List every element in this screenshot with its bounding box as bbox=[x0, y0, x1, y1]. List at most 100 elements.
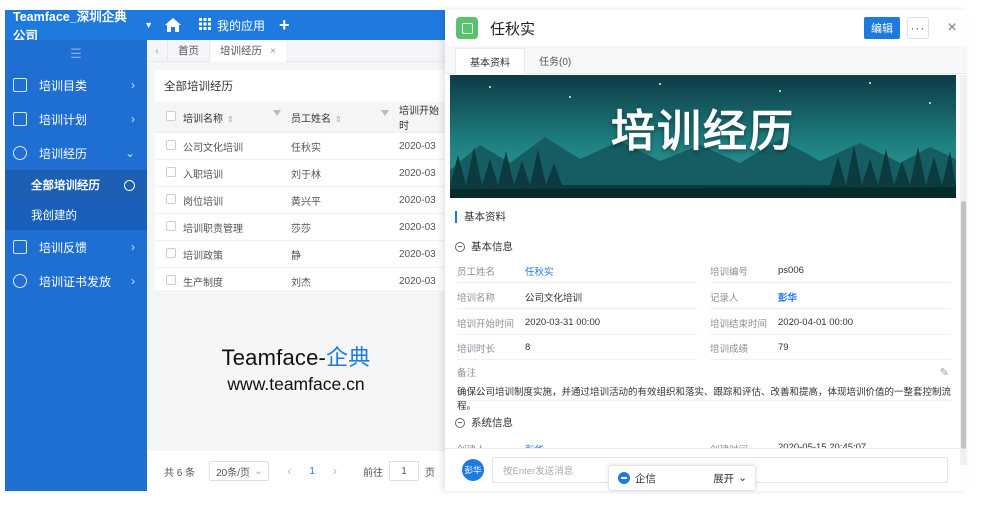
tab-home[interactable]: 首页 bbox=[167, 39, 209, 62]
chevron-right-icon: › bbox=[131, 78, 135, 92]
cell-start-time: 2020-03 bbox=[399, 213, 445, 241]
field-score: 培训成绩 79 bbox=[710, 336, 951, 360]
sidebar-item-label: 培训计划 bbox=[39, 112, 88, 127]
field-recorder: 记录人 彭华 bbox=[710, 285, 951, 309]
sidebar-item-training-feedback[interactable]: 培训反馈 › bbox=[5, 230, 147, 264]
sidebar-subitem-all-training[interactable]: 全部培训经历 bbox=[5, 170, 147, 200]
page-number-current[interactable]: 1 bbox=[309, 466, 315, 477]
chevron-right-icon: › bbox=[131, 112, 135, 126]
chevron-right-icon: › bbox=[131, 274, 135, 288]
collapse-icon[interactable] bbox=[455, 241, 465, 252]
watermark-title: Teamface-企典 bbox=[221, 345, 371, 370]
messenger-widget[interactable]: 企信 展开 ⌄ bbox=[608, 465, 756, 491]
table-row[interactable]: 培训政策 静 2020-03 bbox=[155, 240, 445, 268]
field-training-name: 培训名称 公司文化培训 bbox=[457, 285, 697, 309]
chat-bubble-icon bbox=[618, 472, 630, 484]
sort-icon[interactable]: ⇕ bbox=[227, 115, 234, 124]
row-checkbox[interactable] bbox=[166, 220, 176, 231]
total-count: 共 6 条 bbox=[164, 467, 196, 479]
chevron-left-icon[interactable]: ‹ bbox=[147, 45, 167, 57]
tab-label: 首页 bbox=[178, 45, 199, 57]
column-header-employee-name[interactable]: 员工姓名 ⇕ bbox=[291, 102, 399, 133]
company-name: Teamface_深圳企典公司 bbox=[13, 10, 127, 43]
close-icon[interactable]: × bbox=[943, 17, 961, 39]
field-duration: 培训时长 8 bbox=[457, 336, 697, 360]
watermark: Teamface-企典 www.teamface.cn bbox=[147, 340, 445, 395]
close-tab-icon[interactable]: × bbox=[270, 45, 276, 57]
group-system-info[interactable]: 系统信息 bbox=[455, 415, 513, 430]
table-row[interactable]: 公司文化培训 任秋实 2020-03 bbox=[155, 132, 445, 160]
prev-page-icon[interactable]: ‹ bbox=[287, 464, 291, 478]
cell-employee-name: 黄兴平 bbox=[291, 186, 399, 214]
my-apps-label: 我的应用 bbox=[217, 18, 266, 33]
filter-icon[interactable] bbox=[273, 110, 281, 116]
calendar-icon bbox=[13, 112, 27, 126]
cell-employee-name: 任秋实 bbox=[291, 132, 399, 160]
scrollbar-thumb[interactable] bbox=[961, 201, 966, 449]
sidebar-subitem-label: 我创建的 bbox=[31, 210, 77, 222]
collapse-icon[interactable] bbox=[455, 417, 465, 428]
pencil-icon[interactable]: ✎ bbox=[940, 366, 949, 379]
table-header: 培训名称 ⇕ 员工姓名 ⇕ 培训开始时 bbox=[155, 102, 445, 133]
table-row[interactable]: 入职培训 刘于林 2020-03 bbox=[155, 159, 445, 187]
table-row[interactable]: 生产制度 刘杰 2020-03 bbox=[155, 267, 445, 295]
select-all-checkbox[interactable] bbox=[166, 110, 176, 121]
caret-down-icon: ▼ bbox=[144, 20, 153, 30]
cell-training-name: 岗位培训 bbox=[183, 186, 291, 214]
cell-start-time: 2020-03 bbox=[399, 267, 445, 295]
row-checkbox[interactable] bbox=[166, 139, 176, 150]
feedback-icon bbox=[13, 240, 27, 254]
next-page-icon[interactable]: › bbox=[333, 464, 337, 478]
column-header-training-name[interactable]: 培训名称 ⇕ bbox=[183, 102, 291, 133]
sort-icon[interactable]: ⇕ bbox=[335, 115, 342, 124]
expand-button[interactable]: 展开 ⌄ bbox=[713, 471, 747, 486]
column-header-start-time[interactable]: 培训开始时 bbox=[399, 102, 445, 133]
company-switcher[interactable]: Teamface_深圳企典公司 ▼ bbox=[5, 6, 153, 44]
main-content: 全部培训经历 培训名称 ⇕ 员工姓名 ⇕ 培训开始时 公司文化培训 任秋实 2020… bbox=[147, 62, 445, 491]
sidebar-item-label: 培训证书发放 bbox=[39, 274, 112, 289]
tab-basic-info[interactable]: 基本资料 bbox=[455, 48, 525, 74]
banner-image: 培训经历 bbox=[450, 75, 956, 198]
row-checkbox[interactable] bbox=[166, 166, 176, 177]
cell-employee-name: 刘于林 bbox=[291, 159, 399, 187]
row-checkbox[interactable] bbox=[166, 274, 176, 285]
page-tabs: ‹ 首页 培训经历 × bbox=[147, 39, 445, 62]
document-icon bbox=[13, 78, 27, 92]
training-table: 培训名称 ⇕ 员工姓名 ⇕ 培训开始时 公司文化培训 任秋实 2020-03 入职培… bbox=[155, 102, 445, 295]
plus-icon[interactable]: + bbox=[279, 15, 290, 36]
remark-text: 确保公司培训制度实施，并通过培训活动的有效组织和落实、跟踪和评估、改善和提高，体… bbox=[457, 387, 952, 412]
sidebar-item-training-experience[interactable]: 培训经历 ⌄ bbox=[5, 136, 147, 170]
my-apps-button[interactable]: 我的应用 bbox=[199, 17, 265, 34]
cell-start-time: 2020-03 bbox=[399, 132, 445, 160]
sidebar-item-training-plan[interactable]: 培训计划 › bbox=[5, 102, 147, 136]
group-basic-info[interactable]: 基本信息 bbox=[455, 239, 513, 254]
tab-tasks[interactable]: 任务(0) bbox=[525, 47, 585, 73]
sidebar-item-training-category[interactable]: 培训目类 › bbox=[5, 68, 147, 102]
sidebar-item-label: 培训经历 bbox=[39, 146, 88, 161]
menu-collapse-icon[interactable]: ☰ bbox=[5, 40, 147, 68]
goto-page-input[interactable]: 1 bbox=[388, 461, 419, 481]
cell-start-time: 2020-03 bbox=[399, 240, 445, 268]
tab-training-experience[interactable]: 培训经历 × bbox=[209, 39, 287, 62]
home-icon[interactable] bbox=[165, 18, 181, 32]
gear-icon[interactable] bbox=[124, 179, 135, 191]
more-options-button[interactable]: ··· bbox=[907, 17, 929, 39]
field-end-time: 培训结束时间 2020-04-01 00:00 bbox=[710, 311, 951, 335]
row-checkbox[interactable] bbox=[166, 193, 176, 204]
filter-icon[interactable] bbox=[381, 110, 389, 116]
row-checkbox[interactable] bbox=[166, 247, 176, 258]
chevron-down-icon: ⌄ bbox=[254, 465, 263, 477]
list-title: 全部培训经历 bbox=[164, 81, 233, 93]
sidebar-item-label: 培训反馈 bbox=[39, 240, 88, 255]
page-size-select[interactable]: 20条/页 ⌄ bbox=[209, 461, 270, 481]
grid-icon bbox=[199, 17, 211, 33]
table-row[interactable]: 岗位培训 黄兴平 2020-03 bbox=[155, 186, 445, 214]
sidebar-subitem-created-by-me[interactable]: 我创建的 bbox=[5, 200, 147, 230]
certificate-icon bbox=[13, 274, 27, 288]
edit-button[interactable]: 编辑 bbox=[864, 17, 900, 39]
chevron-down-icon: ⌄ bbox=[124, 146, 135, 160]
sidebar-item-certificate[interactable]: 培训证书发放 › bbox=[5, 264, 147, 298]
scrollbar[interactable] bbox=[960, 75, 967, 465]
goto-suffix: 页 bbox=[424, 467, 435, 479]
table-row[interactable]: 培训职责管理 莎莎 2020-03 bbox=[155, 213, 445, 241]
